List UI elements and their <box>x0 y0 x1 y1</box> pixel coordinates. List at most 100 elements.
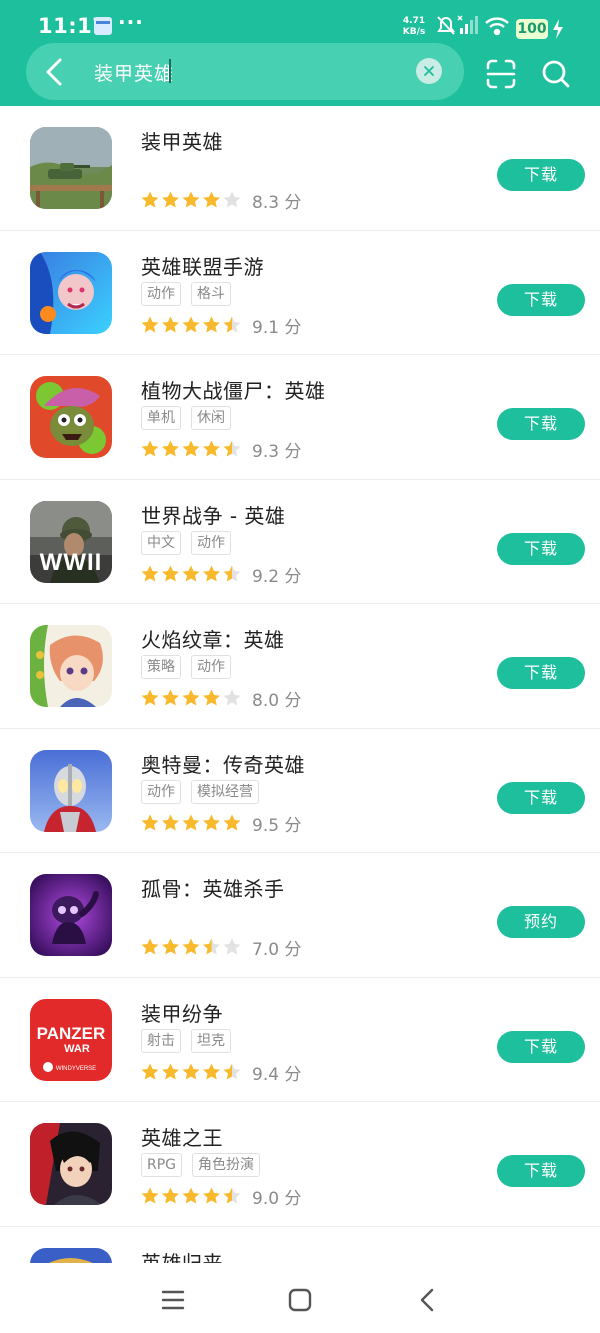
download-button[interactable]: 下载 <box>497 1030 585 1063</box>
star-full-icon <box>203 689 220 706</box>
app-name[interactable]: 世界战争 - 英雄 <box>141 500 285 529</box>
download-button[interactable]: 下载 <box>497 657 585 689</box>
app-tag: 角色扮演 <box>192 1153 261 1177</box>
app-tag: 中文 <box>141 530 181 555</box>
hero-return-game-icon[interactable] <box>30 1247 112 1263</box>
rating-score: 9.0 分 <box>252 1189 302 1209</box>
app-tags: 动作 模拟经营 <box>141 779 259 804</box>
back-nav-icon[interactable] <box>413 1285 443 1315</box>
back-icon[interactable] <box>34 54 74 90</box>
notification-icon <box>94 17 112 35</box>
wwii-logo-text: WWII <box>39 548 103 576</box>
app-tags: 单机 休闲 <box>141 406 231 430</box>
app-tags: RPG 角色扮演 <box>141 1153 261 1177</box>
star-full-icon <box>182 191 200 208</box>
rating-stars <box>140 1062 244 1082</box>
app-list-item[interactable]: 植物大战僵尸：英雄 单机 休闲 9.3 分 下载 <box>0 355 600 480</box>
menu-icon[interactable] <box>158 1285 188 1315</box>
zombie-game-icon[interactable] <box>30 376 112 458</box>
king-of-heroes-game-icon[interactable] <box>30 1123 112 1205</box>
app-list-item[interactable]: 奥特曼：传奇英雄 动作 模拟经营 9.5 分 下载 <box>0 729 600 853</box>
search-input[interactable]: 装甲英雄 <box>94 59 174 86</box>
panzer-war-game-icon[interactable]: PANZER WAR WINDYVERSE <box>30 998 112 1081</box>
app-tag: RPG <box>141 1153 183 1177</box>
app-list-item[interactable]: 火焰纹章：英雄 策略 动作 8.0 分 下载 <box>0 604 600 729</box>
star-full-icon <box>182 316 200 332</box>
app-name[interactable]: 装甲英雄 <box>141 126 223 155</box>
search-results-list[interactable]: 装甲英雄 8.3 分下载 英雄联盟手游 动作 格斗 9.1 分下载 植物大战僵尸：英雄 单机休… <box>0 106 600 1263</box>
download-button[interactable]: 下载 <box>497 283 585 316</box>
star-full-icon <box>182 938 200 955</box>
star-full-icon <box>141 1187 159 1204</box>
app-list-item[interactable]: PANZER WAR WINDYVERSE 装甲纷争 射击 坦克 9.4 分 下载 <box>0 978 600 1102</box>
app-tags: 策略 动作 <box>141 655 231 679</box>
wwii-game-icon[interactable]: WWII <box>30 500 112 583</box>
status-icons <box>437 15 509 36</box>
star-full-icon <box>203 191 220 208</box>
ultraman-game-icon[interactable] <box>30 749 112 832</box>
clear-search-button[interactable] <box>416 58 442 84</box>
league-game-icon[interactable] <box>30 251 112 334</box>
app-name[interactable]: 英雄联盟手游 <box>141 251 264 280</box>
app-list-item[interactable]: 孤骨：英雄杀手 7.0 分 预约 <box>0 853 600 978</box>
star-full-icon <box>162 689 179 706</box>
app-list-item[interactable]: WWII 世界战争 - 英雄 中文 动作 9.2 分 下载 <box>0 480 600 604</box>
rating-stars <box>140 813 244 833</box>
star-full-icon <box>182 1063 200 1079</box>
app-tag: 动作 <box>141 281 181 306</box>
app-list-item[interactable]: 英雄联盟手游 动作 格斗 9.1 分 下载 <box>0 231 600 355</box>
rating-stars <box>140 439 244 459</box>
star-full-icon <box>141 440 159 457</box>
network-speed: 4.71 KB/s <box>399 16 429 38</box>
app-tag: 休闲 <box>191 406 231 430</box>
app-name[interactable]: 装甲纷争 <box>141 998 223 1027</box>
rating-score: 8.0 分 <box>252 691 302 711</box>
rating-stars <box>140 564 244 584</box>
app-name[interactable]: 火焰纹章：英雄 <box>141 624 285 653</box>
star-half-icon <box>223 316 241 332</box>
star-full-icon <box>141 689 159 706</box>
scan-icon[interactable] <box>485 58 517 90</box>
star-full-icon <box>162 440 179 457</box>
search-bar[interactable] <box>26 43 464 100</box>
app-list-item[interactable]: 英雄归来 <box>0 1227 600 1264</box>
star-empty-icon <box>223 689 241 706</box>
app-tag: 策略 <box>141 655 181 679</box>
download-button[interactable]: 下载 <box>497 1155 585 1187</box>
star-half-icon <box>223 1187 241 1204</box>
star-full-icon <box>162 316 179 332</box>
signal-icon <box>457 15 478 34</box>
app-tag: 动作 <box>191 530 231 555</box>
system-navigation-bar <box>0 1263 600 1333</box>
star-full-icon <box>203 565 220 581</box>
app-list-item[interactable]: 装甲英雄 8.3 分 下载 <box>0 106 600 231</box>
panzer-logo-text: PANZER <box>37 1024 106 1043</box>
star-half-icon <box>223 440 241 457</box>
skul-game-icon[interactable] <box>30 874 112 956</box>
battery-indicator: 100 <box>516 19 548 39</box>
app-name[interactable]: 英雄归来 <box>141 1247 223 1264</box>
download-button[interactable]: 下载 <box>497 408 585 440</box>
star-full-icon <box>203 1063 220 1079</box>
tank-game-icon[interactable] <box>30 127 112 209</box>
app-name[interactable]: 植物大战僵尸：英雄 <box>141 375 326 404</box>
rating-score: 9.1 分 <box>252 317 302 338</box>
reserve-button[interactable]: 预约 <box>497 906 585 938</box>
app-tag: 射击 <box>141 1028 181 1053</box>
app-name[interactable]: 英雄之王 <box>141 1122 223 1151</box>
app-name[interactable]: 奥特曼：传奇英雄 <box>141 749 305 778</box>
download-button[interactable]: 下载 <box>497 159 585 191</box>
search-icon[interactable] <box>540 58 572 90</box>
rating-stars <box>140 190 244 210</box>
download-button[interactable]: 下载 <box>497 532 585 565</box>
app-tag: 单机 <box>141 406 181 430</box>
fire-emblem-game-icon[interactable] <box>30 625 112 707</box>
download-button[interactable]: 下载 <box>497 781 585 814</box>
star-empty-icon <box>223 938 241 955</box>
app-list-item[interactable]: 英雄之王 RPG 角色扮演 9.0 分 下载 <box>0 1102 600 1227</box>
home-icon[interactable] <box>285 1285 315 1315</box>
app-name[interactable]: 孤骨：英雄杀手 <box>141 873 285 902</box>
star-full-icon <box>162 814 179 830</box>
star-full-icon <box>182 440 200 457</box>
app-tag: 动作 <box>191 655 231 679</box>
